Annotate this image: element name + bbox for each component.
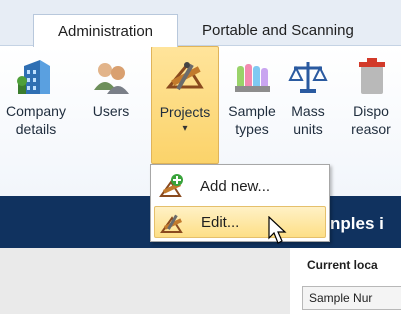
sample-types-button[interactable]: Sample types	[222, 46, 282, 164]
tab-portable-and-scanning[interactable]: Portable and Scanning	[190, 14, 380, 47]
sample-number-field[interactable]: Sample Nur	[302, 286, 401, 310]
disposal-icon	[359, 58, 385, 94]
dropdown-arrow-icon: ▾	[182, 123, 188, 134]
sample-types-label-2: types	[235, 121, 269, 137]
sample-types-icon	[235, 64, 270, 92]
projects-button[interactable]: Projects ▾	[151, 46, 219, 164]
mass-units-button[interactable]: Mass units	[284, 46, 332, 164]
mouse-cursor-icon	[268, 216, 287, 244]
projects-label: Projects	[159, 104, 211, 120]
tab-label: Portable and Scanning	[202, 22, 354, 39]
menu-item-label: Edit...	[201, 213, 240, 231]
tab-administration[interactable]: Administration	[33, 14, 178, 47]
projects-icon	[165, 62, 204, 91]
current-location-label: Current loca	[307, 258, 378, 272]
users-icon	[94, 63, 129, 94]
sample-types-label: Sample	[228, 103, 276, 119]
company-details-button[interactable]: Company details	[0, 46, 72, 164]
users-button[interactable]: Users	[74, 46, 148, 164]
add-project-icon	[159, 174, 183, 197]
disposal-reasons-button[interactable]: Dispo reasor	[341, 46, 401, 164]
scales-icon	[288, 62, 328, 93]
mass-units-label: Mass	[291, 103, 325, 119]
disposal-reasons-label-2: reasor	[351, 121, 391, 137]
page-title: nples i	[330, 214, 384, 233]
tab-label: Administration	[57, 22, 154, 40]
menu-item-add-new[interactable]: Add new...	[154, 170, 326, 202]
menu-item-label: Add new...	[200, 177, 271, 195]
building-icon	[17, 60, 50, 94]
company-details-label-2: details	[15, 121, 57, 137]
ribbon-tab-strip: Administration Portable and Scanning	[0, 0, 401, 47]
left-pane	[0, 248, 290, 314]
edit-project-icon	[160, 214, 183, 233]
company-details-label: Company	[6, 103, 66, 119]
users-label: Users	[92, 103, 130, 119]
mass-units-label-2: units	[293, 121, 323, 137]
disposal-reasons-label: Dispo	[353, 103, 389, 119]
projects-dropdown-menu: Add new... Edit...	[150, 164, 330, 242]
menu-item-edit[interactable]: Edit...	[154, 206, 326, 238]
